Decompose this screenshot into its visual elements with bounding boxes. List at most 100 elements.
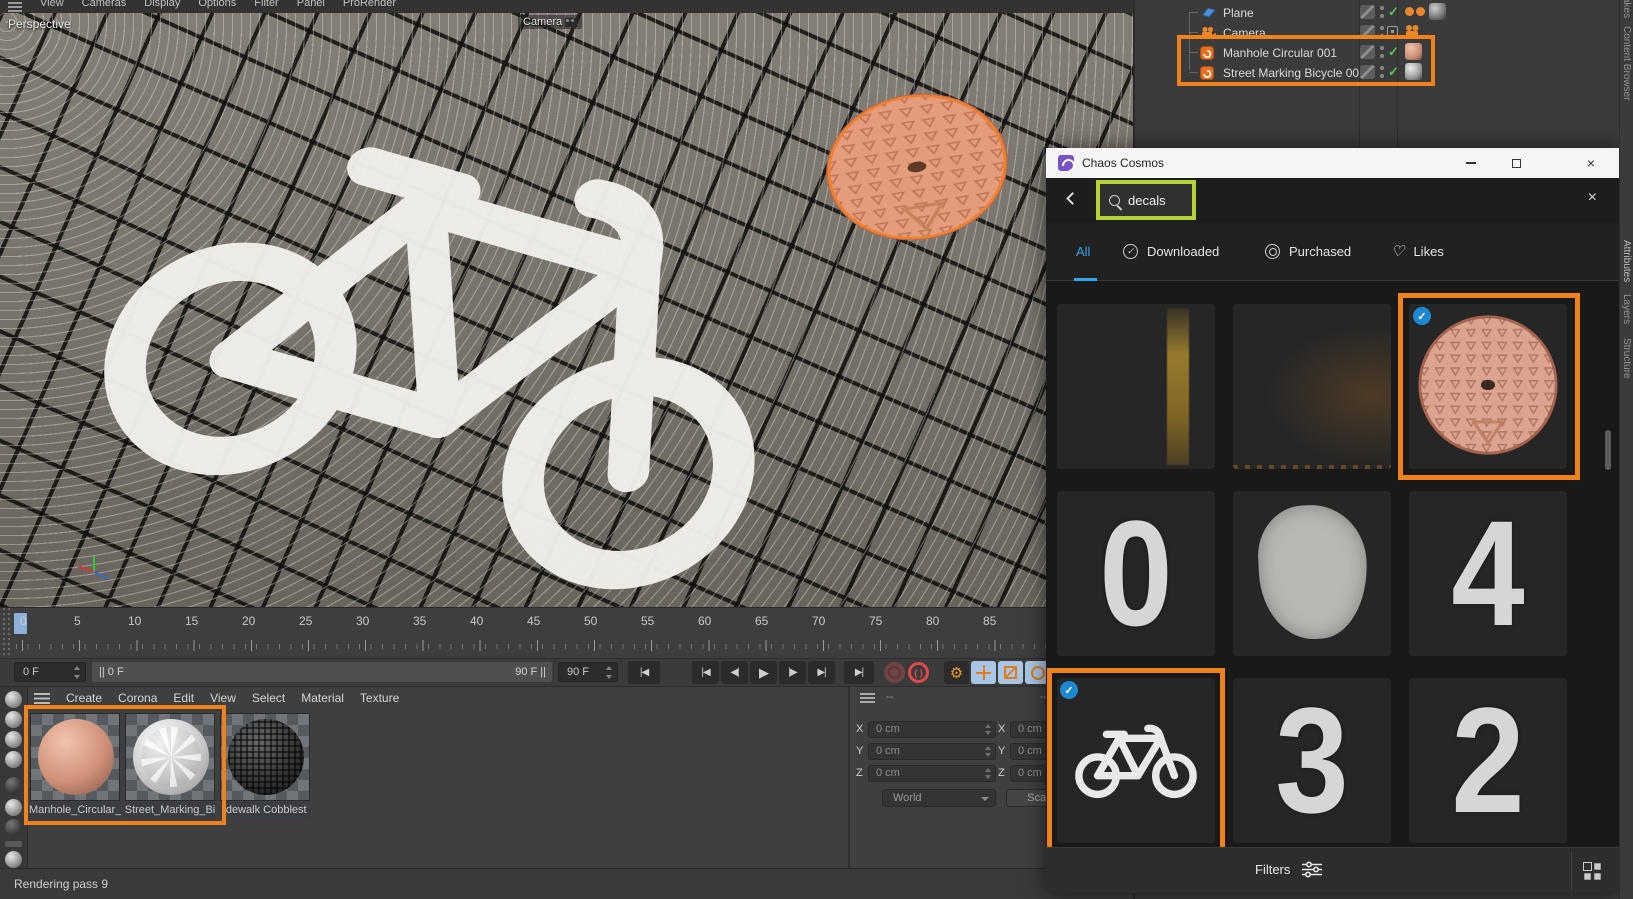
asset-tile-grime-blob[interactable] bbox=[1233, 491, 1391, 656]
filters-button[interactable]: Filters bbox=[1255, 861, 1323, 878]
goto-start-button[interactable]: |◀ bbox=[628, 661, 660, 684]
asset-tile-number-4[interactable]: 4 bbox=[1409, 491, 1567, 656]
prev-key-button[interactable]: |◀ bbox=[692, 661, 719, 684]
tag-dot-icon[interactable] bbox=[1416, 7, 1425, 16]
frame-label: 25 bbox=[299, 614, 313, 628]
material-menu-select[interactable]: Select bbox=[252, 691, 285, 705]
position-x-field[interactable]: 0 cm bbox=[868, 721, 996, 738]
material-preset-icon[interactable] bbox=[5, 777, 22, 794]
texture-tag-icon[interactable] bbox=[1429, 3, 1446, 20]
asset-tile-number-3[interactable]: 3 bbox=[1233, 678, 1391, 843]
asset-tile-rust-streak[interactable] bbox=[1057, 304, 1215, 469]
scale-icon bbox=[1004, 666, 1017, 679]
material-menu-hamburger-icon[interactable] bbox=[34, 692, 50, 704]
axis-label-z: Z bbox=[998, 767, 1005, 779]
menu-prorender[interactable]: ProRender bbox=[343, 0, 396, 9]
axis-label-z: Z bbox=[856, 767, 863, 779]
end-frame-spinner[interactable]: 90 F bbox=[558, 662, 618, 682]
menu-hamburger-icon[interactable] bbox=[8, 2, 22, 12]
material-preset-icon[interactable] bbox=[5, 819, 22, 836]
material-name[interactable]: idewalk Cobblest bbox=[219, 802, 311, 818]
clear-search-icon[interactable]: × bbox=[1588, 189, 1597, 207]
tab-layers[interactable]: Layers bbox=[1621, 294, 1632, 324]
menu-view[interactable]: View bbox=[40, 0, 64, 9]
material-preset-icon[interactable] bbox=[5, 691, 22, 708]
timeline-ruler[interactable]: 0 5 10 15 20 25 30 35 40 45 50 55 60 65 … bbox=[0, 607, 1133, 658]
menu-panel[interactable]: Panel bbox=[297, 0, 325, 9]
tag-dot-icon[interactable] bbox=[1405, 7, 1414, 16]
material-menu-corona[interactable]: Corona bbox=[118, 691, 157, 705]
search-icon bbox=[1109, 194, 1120, 206]
back-icon[interactable] bbox=[1066, 192, 1079, 205]
material-menu-material[interactable]: Material bbox=[301, 691, 344, 705]
timeline-grip[interactable] bbox=[0, 608, 12, 658]
downloaded-check-icon: ✓ bbox=[1123, 244, 1138, 259]
enabled-check-icon[interactable]: ✓ bbox=[1388, 4, 1399, 20]
frame-range-slider[interactable]: || 0 F 90 F || bbox=[92, 662, 552, 682]
chaos-cosmos-window: Chaos Cosmos × decals × All ✓ Downloaded … bbox=[1046, 148, 1619, 893]
manhole-decal-selected[interactable] bbox=[811, 77, 1022, 257]
cosmos-title-bar[interactable]: Chaos Cosmos × bbox=[1046, 148, 1619, 178]
material-preset-icon[interactable] bbox=[5, 851, 22, 868]
material-menu-texture[interactable]: Texture bbox=[360, 691, 399, 705]
purchased-icon bbox=[1265, 244, 1280, 259]
viewport-menu-bar: View Cameras Display Options Filter Pane… bbox=[0, 0, 1133, 13]
menu-options[interactable]: Options bbox=[198, 0, 236, 9]
viewport-3d[interactable]: Perspective Camera bbox=[0, 13, 1133, 607]
frame-label: 55 bbox=[641, 614, 655, 628]
coordinate-system-dropdown[interactable]: World bbox=[882, 789, 996, 807]
next-key-button[interactable]: ▶| bbox=[808, 661, 835, 684]
menu-filter[interactable]: Filter bbox=[254, 0, 278, 9]
position-z-field[interactable]: 0 cm bbox=[868, 765, 996, 782]
edit-toggle-icon[interactable] bbox=[1360, 5, 1375, 19]
tab-content-browser[interactable]: Content Browser bbox=[1621, 26, 1632, 100]
minimize-button[interactable] bbox=[1451, 148, 1491, 178]
frame-label: 50 bbox=[584, 614, 598, 628]
tab-likes[interactable]: ♡ Likes bbox=[1391, 244, 1444, 259]
asset-tile-rust-faint[interactable] bbox=[1233, 304, 1391, 469]
material-thumbnail-cobbles[interactable] bbox=[220, 713, 310, 801]
record-keyframe-button[interactable] bbox=[884, 662, 905, 683]
close-button[interactable]: × bbox=[1571, 148, 1611, 178]
material-menu-bar: Create Corona Edit View Select Material … bbox=[34, 691, 399, 705]
goto-end-button[interactable]: ▶| bbox=[844, 661, 874, 684]
material-menu-view[interactable]: View bbox=[210, 691, 236, 705]
material-preset-icon[interactable] bbox=[5, 711, 22, 728]
material-menu-create[interactable]: Create bbox=[66, 691, 102, 705]
tab-purchased[interactable]: Purchased bbox=[1265, 244, 1351, 259]
visibility-dots-icon[interactable] bbox=[1380, 6, 1384, 18]
next-frame-button[interactable]: |▶ bbox=[779, 661, 806, 684]
cosmos-scrollbar[interactable] bbox=[1605, 430, 1611, 470]
grid-view-icon[interactable] bbox=[1583, 862, 1601, 880]
material-preset-icon[interactable] bbox=[5, 731, 22, 748]
move-tool-button[interactable] bbox=[971, 661, 996, 684]
tab-takes[interactable]: Takes bbox=[1621, 0, 1632, 18]
material-menu-edit[interactable]: Edit bbox=[173, 691, 194, 705]
position-y-field[interactable]: 0 cm bbox=[868, 743, 996, 760]
tab-downloaded[interactable]: ✓ Downloaded bbox=[1123, 244, 1219, 259]
current-frame-spinner[interactable]: 0 F bbox=[14, 662, 86, 682]
frame-label: 85 bbox=[983, 614, 997, 628]
asset-tile-number-2[interactable]: 2 bbox=[1409, 678, 1567, 843]
autokey-button[interactable]: ( ) bbox=[908, 662, 929, 683]
viewport-camera-label[interactable]: Camera bbox=[518, 15, 583, 29]
material-preset-icon[interactable] bbox=[5, 799, 22, 816]
material-preset-icon[interactable] bbox=[5, 751, 22, 768]
search-input[interactable]: decals bbox=[1096, 180, 1196, 220]
asset-tile-number-0[interactable]: 0 bbox=[1057, 491, 1215, 656]
maximize-button[interactable] bbox=[1496, 148, 1536, 178]
coordinates-menu-icon[interactable] bbox=[860, 693, 875, 703]
object-row-plane[interactable]: Plane ✓ bbox=[1135, 3, 1615, 22]
menu-display[interactable]: Display bbox=[144, 0, 180, 9]
scale-tool-button[interactable] bbox=[998, 661, 1023, 684]
tab-all[interactable]: All bbox=[1076, 244, 1090, 259]
filters-sliders-icon bbox=[1302, 861, 1323, 878]
viewport-view-label[interactable]: Perspective bbox=[8, 17, 71, 31]
cosmos-search-bar: decals × bbox=[1046, 178, 1619, 223]
play-button[interactable]: ▶ bbox=[750, 661, 777, 684]
keyframe-settings-button[interactable]: ⚙ bbox=[944, 661, 969, 684]
tab-attributes[interactable]: Attributes bbox=[1621, 240, 1632, 282]
menu-cameras[interactable]: Cameras bbox=[82, 0, 127, 9]
tab-structure[interactable]: Structure bbox=[1621, 338, 1632, 379]
prev-frame-button[interactable]: ◀| bbox=[721, 661, 748, 684]
